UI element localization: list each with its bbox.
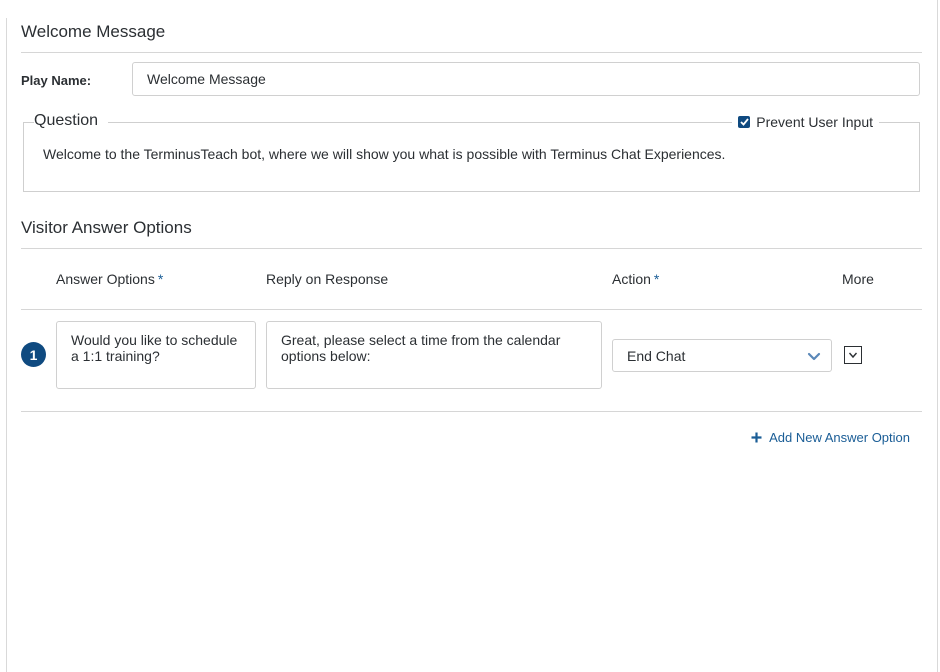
prevent-user-input-checkbox[interactable]: Prevent User Input [732, 114, 879, 130]
row-divider [21, 411, 922, 412]
check-icon[interactable] [738, 116, 751, 128]
left-border [6, 18, 7, 672]
column-header-reply-on-response: Reply on Response [266, 271, 389, 287]
answers-section-title: Visitor Answer Options [21, 218, 192, 237]
plus-icon [751, 432, 762, 443]
answer-option-textarea[interactable]: Would you like to schedule a 1:1 trainin… [56, 321, 256, 389]
column-header-more: More [842, 271, 874, 287]
reply-on-response-textarea[interactable]: Great, please select a time from the cal… [266, 321, 602, 389]
required-marker: * [157, 271, 164, 287]
more-dropdown-button[interactable] [844, 346, 862, 364]
right-border [937, 0, 938, 672]
play-editor-panel: Welcome Message Play Name: Question Prev… [21, 0, 922, 672]
header-divider [21, 309, 922, 310]
action-select-value: End Chat [627, 347, 686, 364]
question-text[interactable]: Welcome to the TerminusTeach bot, where … [43, 146, 725, 162]
action-select[interactable]: End Chat [612, 339, 832, 372]
play-name-input[interactable] [132, 62, 920, 96]
answers-title-divider [21, 248, 922, 249]
column-header-action: Action * [612, 271, 660, 287]
column-header-answer-options: Answer Options * [56, 271, 164, 287]
play-name-label: Play Name: [21, 73, 92, 88]
page-title: Welcome Message [21, 22, 166, 41]
question-legend: Question [34, 112, 109, 130]
chevron-down-box-icon [848, 352, 858, 359]
title-divider [21, 52, 922, 53]
required-marker: * [653, 271, 660, 287]
chevron-down-icon [807, 349, 821, 366]
add-new-answer-option-label: Add New Answer Option [769, 430, 910, 445]
answer-number-badge: 1 [21, 342, 46, 367]
add-new-answer-option-link[interactable]: Add New Answer Option [751, 430, 910, 445]
prevent-user-input-label: Prevent User Input [756, 114, 873, 130]
